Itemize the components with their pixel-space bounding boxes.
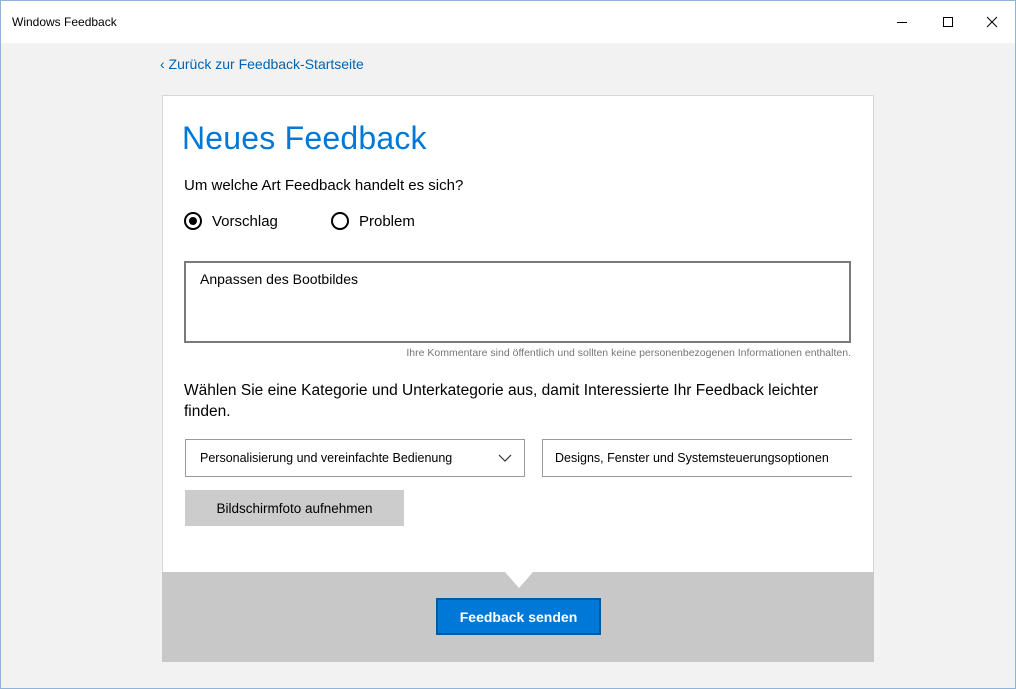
maximize-button[interactable] (925, 1, 971, 43)
chevron-down-icon (498, 454, 512, 462)
radio-vorschlag[interactable]: Vorschlag (184, 212, 278, 230)
take-screenshot-button[interactable]: Bildschirmfoto aufnehmen (185, 490, 404, 526)
subcategory-value: Designs, Fenster und Systemsteuerungsopt… (555, 451, 829, 465)
category-dropdown[interactable]: Personalisierung und vereinfachte Bedien… (185, 439, 525, 477)
feedback-type-question: Um welche Art Feedback handelt es sich? (184, 177, 464, 194)
back-to-feedback-home-link[interactable]: ‹ Zurück zur Feedback-Startseite (160, 56, 364, 72)
privacy-hint: Ihre Kommentare sind öffentlich und soll… (406, 347, 851, 359)
radio-label: Problem (359, 212, 415, 230)
page-title: Neues Feedback (182, 120, 427, 156)
radio-checked-icon (184, 212, 202, 230)
subcategory-dropdown[interactable]: Designs, Fenster und Systemsteuerungsopt… (542, 439, 852, 477)
close-icon (986, 16, 998, 28)
title-bar: Windows Feedback (1, 1, 1015, 43)
footer-notch (505, 572, 533, 588)
category-prompt: Wählen Sie eine Kategorie und Unterkateg… (184, 382, 819, 420)
radio-problem[interactable]: Problem (331, 212, 415, 230)
radio-unchecked-icon (331, 212, 349, 230)
send-feedback-button[interactable]: Feedback senden (436, 598, 601, 635)
category-value: Personalisierung und vereinfachte Bedien… (200, 451, 453, 465)
maximize-icon (943, 17, 953, 27)
window-title: Windows Feedback (12, 15, 117, 29)
close-button[interactable] (969, 1, 1015, 43)
minimize-icon (897, 22, 907, 23)
feedback-text-input[interactable]: Anpassen des Bootbildes (184, 261, 851, 343)
radio-label: Vorschlag (212, 212, 278, 230)
minimize-button[interactable] (879, 1, 925, 43)
